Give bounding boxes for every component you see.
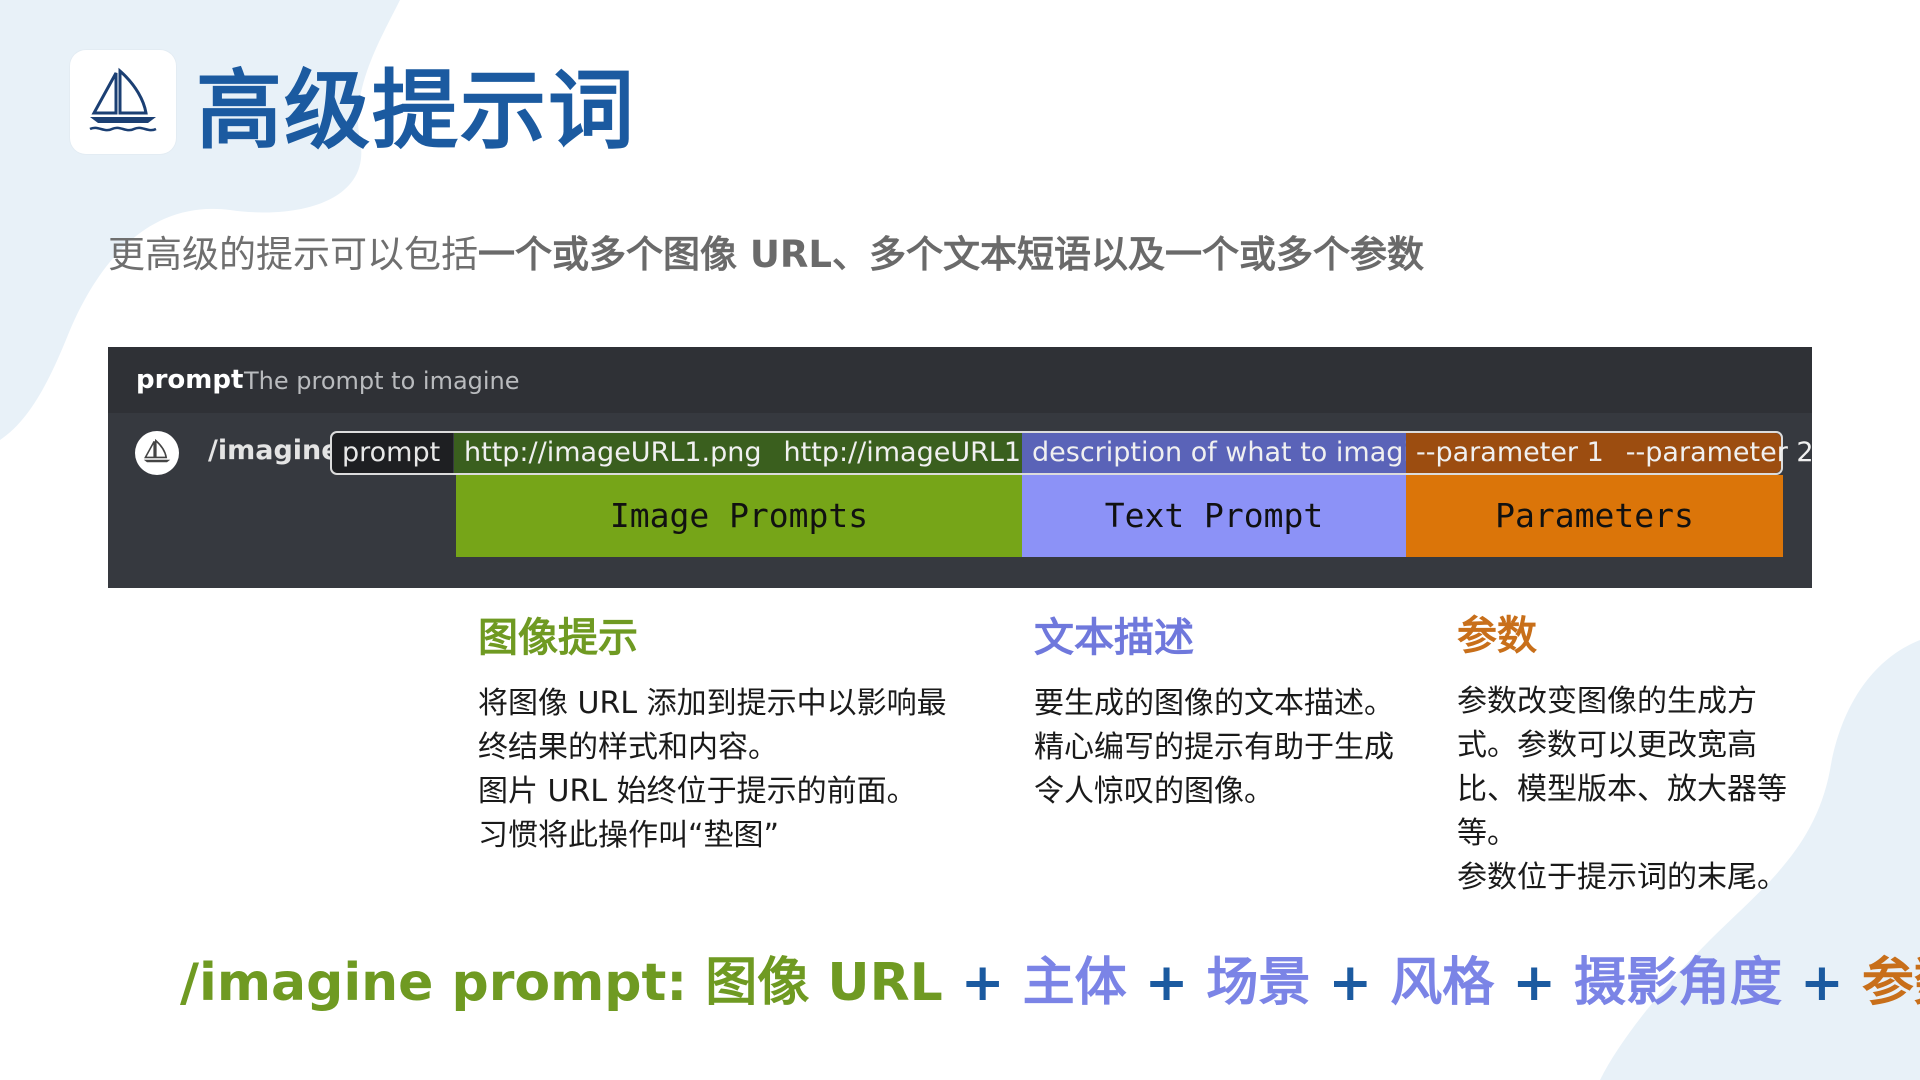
column-image-prompts: 图像提示 将图像 URL 添加到提示中以影响最 终结果的样式和内容。 图片 UR… (478, 612, 947, 858)
column-body-image: 将图像 URL 添加到提示中以影响最 终结果的样式和内容。 图片 URL 始终位… (478, 682, 947, 858)
imagine-command: /imagine (208, 435, 340, 466)
parameter-1: --parameter 1 (1416, 437, 1604, 468)
formula-plus: + (1144, 953, 1189, 1013)
column-line: 令人惊叹的图像。 (1034, 774, 1274, 809)
prompt-formula: /imagine prompt: 图像 URL + 主体 + 场景 + 风格 +… (180, 940, 1920, 1015)
parameters-segment: --parameter 1 --parameter 2 (1406, 433, 1814, 473)
formula-plus: + (1800, 953, 1844, 1013)
column-line: 参数位于提示词的末尾。 (1457, 860, 1787, 895)
column-line: 要生成的图像的文本描述。 (1034, 686, 1394, 721)
image-url-1: http://imageURL1.png (464, 437, 762, 468)
column-line: 式。参数可以更改宽高 (1457, 728, 1757, 763)
column-line: 比、模型版本、放大器等 (1457, 772, 1787, 807)
prompt-chip: prompt (332, 433, 453, 473)
parameters-band: Parameters (1406, 475, 1783, 557)
page-title: 高级提示词 (196, 61, 636, 161)
formula-prefix: /imagine prompt: 图像 URL (180, 953, 943, 1013)
sailboat-avatar-icon (135, 431, 179, 475)
column-line: 将图像 URL 添加到提示中以影响最 (478, 686, 947, 721)
column-line: 等。 (1457, 816, 1517, 851)
sailboat-icon (89, 67, 157, 132)
formula-plus: + (960, 953, 1005, 1013)
formula-scene: 场景 (1206, 953, 1311, 1013)
imagine-command-panel: prompt The prompt to imagine /imagine pr… (108, 347, 1814, 588)
logo-tile (70, 50, 176, 154)
image-prompts-band: Image Prompts (456, 475, 1022, 557)
column-body-text: 要生成的图像的文本描述。 精心编写的提示有助于生成 令人惊叹的图像。 (1034, 682, 1394, 814)
column-text-description: 文本描述 要生成的图像的文本描述。 精心编写的提示有助于生成 令人惊叹的图像。 (1034, 612, 1394, 814)
formula-angle: 摄影角度 (1574, 953, 1783, 1013)
subtitle: 更高级的提示可以包括一个或多个图像 URL、多个文本短语以及一个或多个参数 (108, 224, 1424, 278)
column-line: 终结果的样式和内容。 (478, 730, 778, 765)
subtitle-bold: 一个或多个图像 URL、多个文本短语以及一个或多个参数 (478, 233, 1424, 276)
column-line: 图片 URL 始终位于提示的前面。 (478, 774, 917, 809)
subtitle-normal: 更高级的提示可以包括 (108, 233, 478, 276)
prompt-option-description: The prompt to imagine (244, 367, 520, 395)
panel-header: prompt The prompt to imagine (108, 347, 1812, 413)
image-urls-segment: http://imageURL1.png http://imageURL1.jpg (454, 433, 1071, 473)
formula-style: 风格 (1390, 953, 1495, 1013)
formula-subject: 主体 (1022, 953, 1127, 1013)
column-body-params: 参数改变图像的生成方 式。参数可以更改宽高 比、模型版本、放大器等 等。 参数位… (1457, 680, 1787, 900)
column-line: 习惯将此操作叫“垫图” (478, 818, 780, 853)
column-line: 参数改变图像的生成方 (1457, 684, 1757, 719)
column-line: 精心编写的提示有助于生成 (1034, 730, 1394, 765)
column-heading-text: 文本描述 (1034, 615, 1194, 661)
column-parameters: 参数 参数改变图像的生成方 式。参数可以更改宽高 比、模型版本、放大器等 等。 … (1457, 610, 1787, 900)
formula-params: 参数 (1861, 953, 1920, 1013)
prompt-option-label: prompt (136, 365, 244, 395)
parameter-2: --parameter 2 (1625, 437, 1814, 468)
column-heading-image: 图像提示 (478, 615, 638, 661)
text-prompt-band: Text Prompt (1022, 475, 1406, 557)
text-description-segment: description of what to imagine (1022, 433, 1445, 473)
formula-plus: + (1512, 953, 1556, 1013)
formula-plus: + (1328, 953, 1373, 1013)
column-heading-params: 参数 (1457, 613, 1537, 659)
